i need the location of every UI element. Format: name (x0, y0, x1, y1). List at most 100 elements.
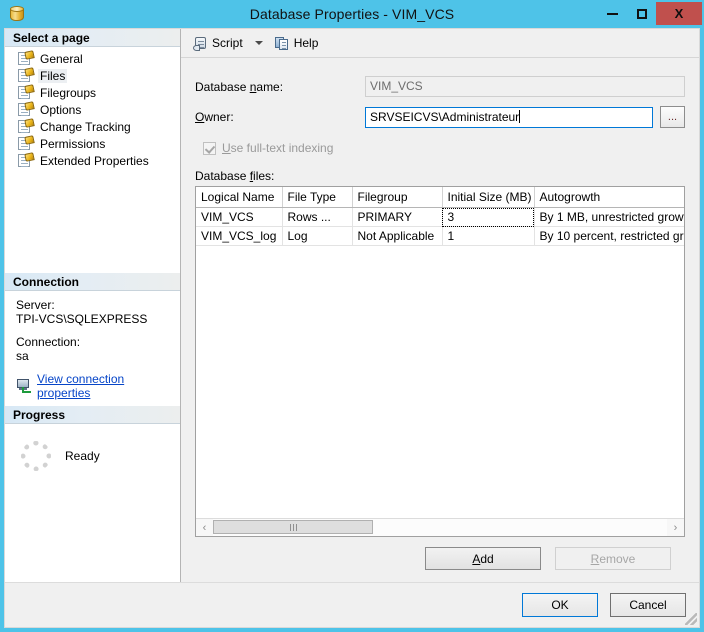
form-area: Database name: VIM_VCS Owner: SRVSEICVS\… (181, 58, 699, 582)
column-header-filegroup[interactable]: Filegroup (352, 187, 443, 208)
database-name-row: Database name: VIM_VCS (195, 76, 685, 97)
sidebar-item-label: Change Tracking (40, 119, 131, 134)
scroll-left-arrow-icon[interactable]: ‹ (196, 519, 213, 536)
title-bar: Database Properties - VIM_VCS X (0, 0, 704, 28)
help-button[interactable]: Help (271, 32, 323, 54)
add-button[interactable]: Add (425, 547, 541, 570)
cell-filegroup[interactable]: Not Applicable (352, 226, 443, 246)
scroll-track[interactable] (213, 519, 667, 536)
cell-file-type[interactable]: Rows ... (282, 207, 353, 227)
database-name-label: Database name: (195, 79, 284, 94)
sidebar-item-label: Filegroups (40, 85, 97, 100)
sidebar-bottom-fill (5, 478, 180, 582)
view-connection-properties-row[interactable]: View connection properties (16, 372, 171, 400)
use-fulltext-indexing-label: Use full-text indexing (222, 141, 334, 155)
sidebar-item-label: Permissions (40, 136, 106, 151)
content-row: Select a page General Files Filegroups O… (5, 29, 699, 582)
page-properties-icon (18, 100, 35, 117)
script-scroll-icon (193, 36, 208, 51)
database-files-label: Database files: (195, 169, 275, 183)
database-cylinder-icon (10, 6, 24, 23)
select-page-header: Select a page (5, 29, 180, 47)
cancel-button[interactable]: Cancel (610, 593, 686, 617)
cell-file-type[interactable]: Log (282, 226, 353, 246)
cell-autogrowth[interactable]: By 1 MB, unrestricted growth (534, 207, 684, 227)
database-properties-window: Database Properties - VIM_VCS X Select a… (0, 0, 704, 632)
page-properties-icon (18, 83, 35, 100)
progress-header: Progress (5, 406, 180, 424)
left-panel: Select a page General Files Filegroups O… (5, 29, 181, 582)
sidebar-item-change-tracking[interactable]: Change Tracking (5, 117, 180, 135)
toolbar: Script Help (181, 29, 699, 58)
cell-initial-size[interactable]: 1 (442, 226, 535, 246)
files-table: Logical Name File Type Filegroup Initial… (196, 187, 684, 246)
server-connection-icon (16, 379, 32, 393)
maximize-button[interactable] (627, 2, 656, 25)
sidebar-item-label: General (40, 51, 83, 66)
use-fulltext-indexing-checkbox (203, 141, 216, 155)
progress-status: Ready (65, 448, 100, 463)
owner-row: Owner: SRVSEICVS\Administrateur ... (195, 106, 685, 128)
scroll-right-arrow-icon[interactable]: › (667, 519, 684, 536)
sidebar-spacer (5, 169, 180, 273)
server-value: TPI-VCS\SQLEXPRESS (16, 312, 148, 326)
help-page-icon (274, 36, 290, 51)
column-header-autogrowth[interactable]: Autogrowth (534, 187, 684, 208)
progress-info: Ready (5, 424, 180, 478)
column-header-logical-name[interactable]: Logical Name (196, 187, 283, 208)
cell-initial-size[interactable]: 3 (442, 207, 535, 227)
table-header-row: Logical Name File Type Filegroup Initial… (196, 187, 684, 208)
script-label: Script (212, 36, 243, 50)
dialog-footer: OK Cancel (5, 582, 699, 627)
sidebar-item-files[interactable]: Files (5, 66, 180, 84)
table-row[interactable]: VIM_VCS Rows ... PRIMARY 3 By 1 MB, unre… (196, 207, 684, 227)
page-properties-icon (18, 117, 35, 134)
chevron-down-icon[interactable] (254, 41, 263, 45)
grip-icon (289, 523, 297, 531)
close-button[interactable]: X (656, 2, 702, 25)
remove-button: Remove (555, 547, 671, 570)
view-connection-properties-link[interactable]: View connection properties (37, 372, 171, 400)
connection-label: Connection: (16, 335, 81, 349)
owner-browse-button[interactable]: ... (660, 106, 685, 128)
sidebar-item-general[interactable]: General (5, 49, 180, 67)
sidebar-item-label: Extended Properties (40, 153, 149, 168)
connection-header: Connection (5, 273, 180, 291)
minimize-button[interactable] (598, 2, 627, 25)
ok-button[interactable]: OK (522, 593, 598, 617)
page-list: General Files Filegroups Options Change … (5, 47, 180, 169)
sidebar-item-filegroups[interactable]: Filegroups (5, 83, 180, 101)
sidebar-item-options[interactable]: Options (5, 100, 180, 118)
minimize-icon (607, 12, 618, 15)
connection-value: sa (16, 349, 29, 363)
resize-grip-icon[interactable] (685, 613, 697, 625)
server-label: Server: (16, 298, 55, 312)
help-label: Help (293, 36, 319, 50)
column-header-initial-size[interactable]: Initial Size (MB) (442, 187, 535, 208)
connection-info: Server: TPI-VCS\SQLEXPRESS Connection: s… (5, 291, 180, 406)
right-panel: Script Help Database name: VIM_VCS Owner… (181, 29, 699, 582)
cell-filegroup[interactable]: PRIMARY (352, 207, 443, 227)
sidebar-item-permissions[interactable]: Permissions (5, 134, 180, 152)
grid-empty-area (196, 246, 684, 518)
sidebar-item-extended-properties[interactable]: Extended Properties (5, 151, 180, 169)
scroll-thumb[interactable] (213, 520, 373, 534)
window-controls: X (598, 2, 702, 25)
database-files-grid: Logical Name File Type Filegroup Initial… (195, 186, 685, 537)
owner-label: Owner: (195, 110, 234, 124)
page-properties-icon (18, 134, 35, 151)
cell-logical-name[interactable]: VIM_VCS (196, 207, 283, 227)
script-button[interactable]: Script (189, 32, 247, 54)
maximize-icon (636, 8, 647, 19)
dialog-body: Select a page General Files Filegroups O… (4, 28, 700, 628)
grid-horizontal-scrollbar[interactable]: ‹ › (196, 518, 684, 536)
text-caret (519, 109, 521, 123)
owner-value: SRVSEICVS\Administrateur (370, 109, 520, 124)
cell-logical-name[interactable]: VIM_VCS_log (196, 226, 283, 246)
column-header-file-type[interactable]: File Type (282, 187, 353, 208)
page-properties-icon (18, 49, 35, 66)
owner-input[interactable]: SRVSEICVS\Administrateur (365, 106, 653, 128)
table-row[interactable]: VIM_VCS_log Log Not Applicable 1 By 10 p… (196, 226, 684, 246)
cell-autogrowth[interactable]: By 10 percent, restricted growth t (534, 226, 684, 246)
page-properties-icon (18, 151, 35, 168)
